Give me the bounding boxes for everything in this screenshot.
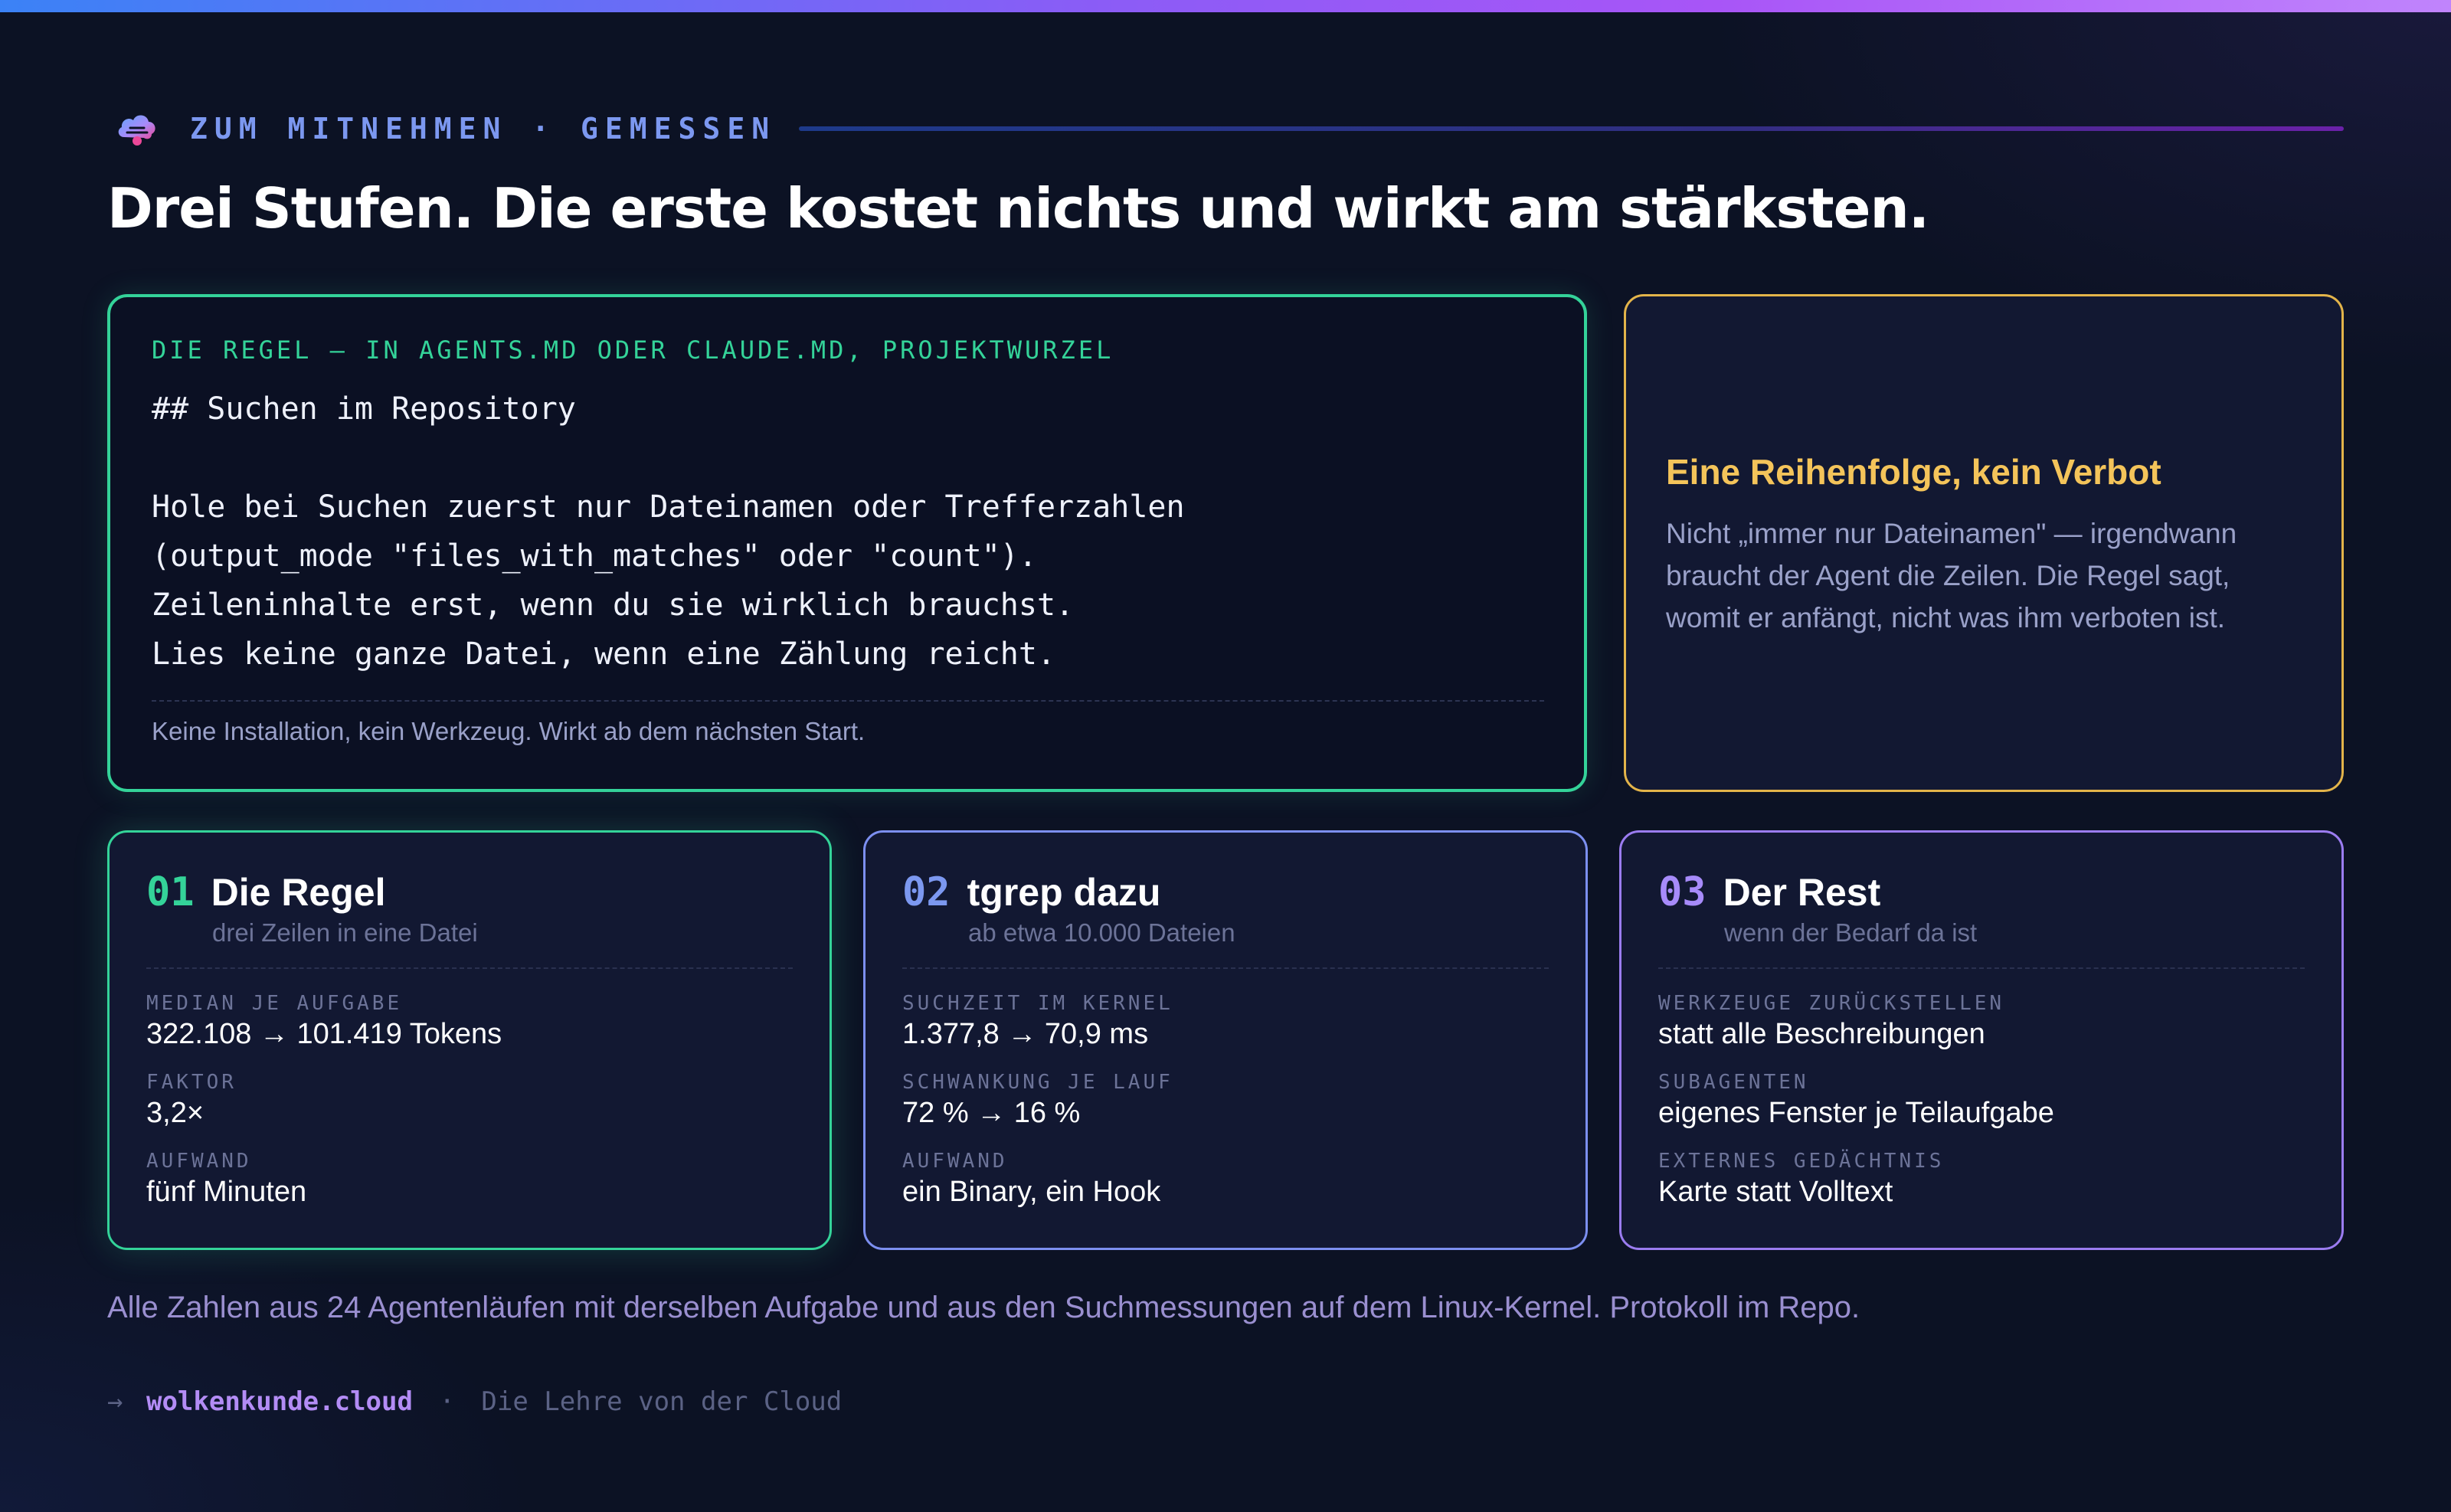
metric-label: MEDIAN JE AUFGABE — [146, 992, 403, 1015]
step-divider — [1658, 967, 2305, 969]
metric: SUCHZEIT IM KERNEL 1.377,8 → 70,9 ms — [902, 992, 1549, 1051]
step-title: tgrep dazu — [967, 871, 1161, 914]
site-link[interactable]: wolkenkunde.cloud — [146, 1386, 413, 1417]
metric-value: 3,2× — [146, 1097, 205, 1129]
metric-value: Karte statt Volltext — [1658, 1176, 1893, 1208]
footer-separator: · — [439, 1386, 455, 1417]
code-line: Lies keine ganze Datei, wenn eine Zählun… — [152, 637, 1056, 672]
rule-card-label: DIE REGEL — IN AGENTS.MD ODER CLAUDE.MD,… — [152, 335, 1114, 365]
arrow-right-icon: → — [107, 1386, 123, 1417]
step-number: 01 — [146, 869, 195, 915]
metric: AUFWAND ein Binary, ein Hook — [902, 1150, 1549, 1209]
metric-value: 1.377,8 → 70,9 ms — [902, 1018, 1149, 1050]
metric-value: ein Binary, ein Hook — [902, 1176, 1161, 1208]
metric-label: EXTERNES GEDÄCHTNIS — [1658, 1150, 1945, 1173]
rule-code-block: ## Suchen im Repository Hole bei Suchen … — [152, 385, 1544, 679]
metric: MEDIAN JE AUFGABE 322.108 → 101.419 Toke… — [146, 992, 793, 1051]
note-card-title: Eine Reihenfolge, kein Verbot — [1666, 452, 2161, 492]
footer-tagline: Die Lehre von der Cloud — [481, 1386, 843, 1417]
section-kicker: ZUM MITNEHMEN · GEMESSEN — [190, 112, 777, 146]
metric-label: SUBAGENTEN — [1658, 1071, 1809, 1094]
step-card-1: 01 Die Regel drei Zeilen in eine Datei M… — [107, 830, 832, 1250]
step-number: 02 — [902, 869, 951, 915]
metric: WERKZEUGE ZURÜCKSTELLEN statt alle Besch… — [1658, 992, 2305, 1051]
metric: AUFWAND fünf Minuten — [146, 1150, 793, 1209]
footnote: Alle Zahlen aus 24 Agentenläufen mit der… — [107, 1291, 1860, 1324]
metric-label: FAKTOR — [146, 1071, 237, 1094]
note-card-text: Nicht „immer nur Dateinamen" — irgendwan… — [1666, 518, 2237, 633]
metric-value: statt alle Beschreibungen — [1658, 1018, 1985, 1050]
step-card-2: 02 tgrep dazu ab etwa 10.000 Dateien SUC… — [863, 830, 1588, 1250]
step-card-3: 03 Der Rest wenn der Bedarf da ist WERKZ… — [1619, 830, 2344, 1250]
code-line: ## Suchen im Repository — [152, 391, 576, 427]
metric: EXTERNES GEDÄCHTNIS Karte statt Volltext — [1658, 1150, 2305, 1209]
kicker-divider-line — [799, 126, 2344, 131]
metric-label: WERKZEUGE ZURÜCKSTELLEN — [1658, 992, 2005, 1015]
rule-code-card: DIE REGEL — IN AGENTS.MD ODER CLAUDE.MD,… — [107, 294, 1587, 792]
top-gradient-bar — [0, 0, 2451, 12]
rule-card-footer: Keine Installation, kein Werkzeug. Wirkt… — [152, 717, 866, 745]
metric-label: AUFWAND — [902, 1150, 1008, 1173]
footer: → wolkenkunde.cloud · Die Lehre von der … — [107, 1386, 842, 1417]
metric-label: SCHWANKUNG JE LAUF — [902, 1071, 1173, 1094]
metric: SUBAGENTEN eigenes Fenster je Teilaufgab… — [1658, 1071, 2305, 1130]
note-card: Eine Reihenfolge, kein Verbot Nicht „imm… — [1624, 294, 2344, 792]
metric-value: 72 % → 16 % — [902, 1097, 1081, 1129]
metric-label: SUCHZEIT IM KERNEL — [902, 992, 1173, 1015]
cloud-logo-icon — [118, 115, 155, 146]
step-number: 03 — [1658, 869, 1707, 915]
metric-label: AUFWAND — [146, 1150, 252, 1173]
rule-card-divider — [152, 700, 1544, 702]
step-divider — [146, 967, 793, 969]
code-line: Hole bei Suchen zuerst nur Dateinamen od… — [152, 489, 1185, 525]
metric-value: eigenes Fenster je Teilaufgabe — [1658, 1097, 2054, 1129]
step-divider — [902, 967, 1549, 969]
metric: FAKTOR 3,2× — [146, 1071, 793, 1130]
step-subtitle: wenn der Bedarf da ist — [1724, 918, 1978, 947]
metric: SCHWANKUNG JE LAUF 72 % → 16 % — [902, 1071, 1549, 1130]
section-header: ZUM MITNEHMEN · GEMESSEN — [113, 106, 2344, 152]
step-subtitle: ab etwa 10.000 Dateien — [968, 918, 1235, 947]
metric-value: 322.108 → 101.419 Tokens — [146, 1018, 502, 1050]
step-subtitle: drei Zeilen in eine Datei — [212, 918, 478, 947]
metric-value: fünf Minuten — [146, 1176, 307, 1208]
step-title: Der Rest — [1723, 871, 1881, 914]
code-line: Zeileninhalte erst, wenn du sie wirklich… — [152, 587, 1075, 623]
code-line: (output_mode "files_with_matches" oder "… — [152, 538, 1037, 574]
step-title: Die Regel — [211, 871, 386, 914]
page-title: Drei Stufen. Die erste kostet nichts und… — [107, 176, 1929, 241]
